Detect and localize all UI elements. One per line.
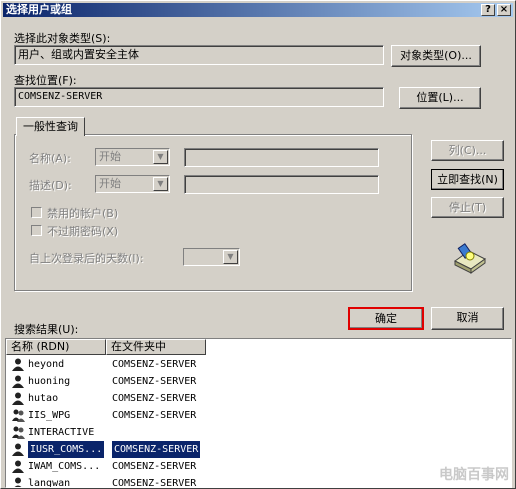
table-row[interactable]: IWAM_COMS... COMSENZ-SERVER	[6, 458, 506, 475]
close-button[interactable]: ×	[497, 4, 511, 16]
row-folder: COMSENZ-SERVER	[112, 478, 197, 488]
row-folder: COMSENZ-SERVER	[112, 376, 197, 387]
chevron-down-icon: ▼	[153, 150, 168, 164]
row-name: huoning	[28, 376, 71, 387]
table-row[interactable]: heyond COMSENZ-SERVER	[6, 356, 506, 373]
disabled-accounts-checkbox[interactable]	[31, 207, 42, 218]
stop-button[interactable]: 停止(T)	[431, 197, 504, 218]
chevron-down-icon: ▼	[223, 250, 238, 264]
locations-button[interactable]: 位置(L)...	[399, 87, 481, 109]
row-folder: COMSENZ-SERVER	[112, 393, 197, 404]
select-users-dialog: 选择用户或组 ? × 选择此对象类型(S): 用户、组或内置安全主体 对象类型(…	[0, 0, 516, 489]
object-types-button[interactable]: 对象类型(O)...	[391, 45, 481, 67]
group-icon	[12, 426, 25, 439]
row-name: langwan	[28, 478, 71, 488]
dialog-title: 选择用户或组	[6, 3, 72, 16]
table-row[interactable]: huoning COMSENZ-SERVER	[6, 373, 506, 390]
row-folder: COMSENZ-SERVER	[112, 441, 201, 458]
table-row[interactable]: INTERACTIVE	[6, 424, 506, 441]
no-expire-password-checkbox[interactable]	[31, 225, 42, 236]
days-since-logon-label: 自上次登录后的天数(I):	[29, 252, 144, 265]
description-mode-value: 开始	[99, 177, 121, 190]
watermark: 电脑百事网	[439, 467, 509, 483]
user-icon	[12, 358, 24, 371]
group-icon	[12, 409, 25, 422]
disabled-accounts-label: 禁用的帐户(B)	[47, 207, 119, 220]
name-input[interactable]	[184, 148, 379, 167]
days-since-logon-select[interactable]: ▼	[183, 248, 240, 266]
title-bar[interactable]: 选择用户或组 ? ×	[3, 3, 513, 17]
description-input[interactable]	[184, 175, 379, 194]
no-expire-password-label: 不过期密码(X)	[47, 225, 119, 238]
description-mode-select[interactable]: 开始 ▼	[95, 175, 170, 193]
user-icon	[12, 460, 24, 473]
ok-button[interactable]: 确定	[348, 307, 424, 330]
row-name: heyond	[28, 359, 65, 370]
object-type-label: 选择此对象类型(S):	[14, 32, 111, 45]
name-label: 名称(A):	[29, 152, 71, 165]
chevron-down-icon: ▼	[153, 177, 168, 191]
row-folder: COMSENZ-SERVER	[112, 461, 197, 472]
name-mode-value: 开始	[99, 150, 121, 163]
cancel-button[interactable]: 取消	[431, 307, 504, 330]
user-icon	[12, 392, 24, 405]
row-name: IWAM_COMS...	[28, 461, 101, 472]
user-icon	[12, 443, 24, 456]
location-field: COMSENZ-SERVER	[14, 87, 384, 107]
row-folder: COMSENZ-SERVER	[112, 359, 197, 370]
columns-button[interactable]: 列(C)...	[431, 140, 504, 161]
help-button[interactable]: ?	[481, 4, 495, 16]
search-flashlight-icon	[449, 241, 489, 277]
find-now-button[interactable]: 立即查找(N)	[431, 169, 504, 190]
table-row[interactable]: IIS_WPG COMSENZ-SERVER	[6, 407, 506, 424]
row-folder: COMSENZ-SERVER	[112, 410, 197, 421]
user-icon	[12, 375, 24, 388]
row-name: hutao	[28, 393, 59, 404]
table-row[interactable]: IUSR_COMS... COMSENZ-SERVER	[6, 441, 506, 458]
search-results-list[interactable]: 名称 (RDN) 在文件夹中 heyond COMSENZ-SERVER huoni…	[5, 338, 512, 488]
table-row[interactable]: hutao COMSENZ-SERVER	[6, 390, 506, 407]
tab-general-query[interactable]: 一般性查询	[16, 117, 85, 136]
row-name: IUSR_COMS...	[28, 441, 105, 458]
name-mode-select[interactable]: 开始 ▼	[95, 148, 170, 166]
column-header-folder[interactable]: 在文件夹中	[106, 339, 206, 355]
user-icon	[12, 477, 24, 487]
table-row[interactable]: langwan COMSENZ-SERVER	[6, 475, 506, 488]
description-label: 描述(D):	[29, 179, 72, 192]
column-header-name[interactable]: 名称 (RDN)	[6, 339, 106, 355]
location-label: 查找位置(F):	[14, 74, 77, 87]
row-name: INTERACTIVE	[28, 427, 95, 438]
search-results-label: 搜索结果(U):	[14, 323, 79, 336]
object-type-field: 用户、组或内置安全主体	[14, 45, 384, 65]
row-name: IIS_WPG	[28, 410, 71, 421]
